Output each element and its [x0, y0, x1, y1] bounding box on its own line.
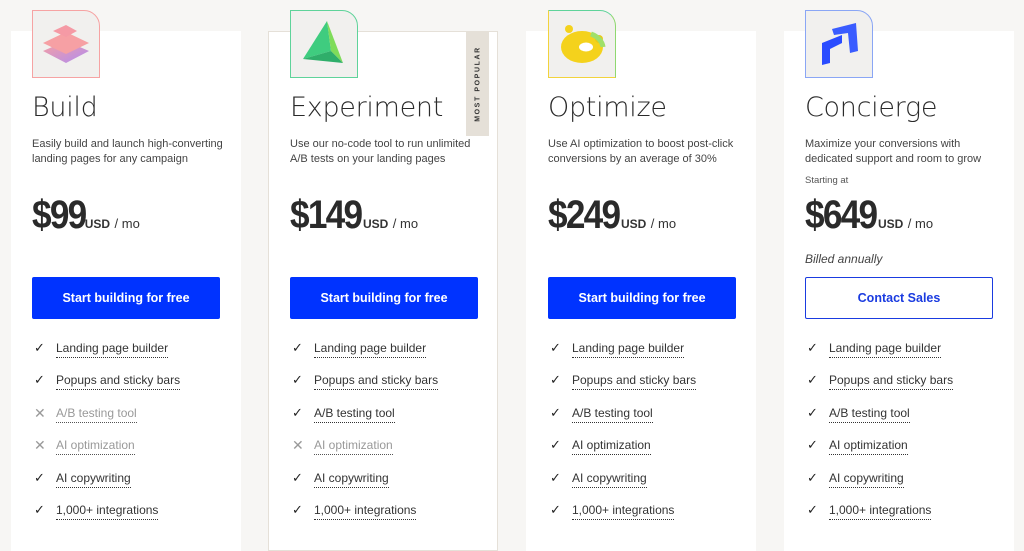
- feature-item: ✓ AI copywriting: [550, 470, 696, 502]
- feature-item: ✓ A/B testing tool: [550, 405, 696, 437]
- start-building-button[interactable]: Start building for free: [290, 277, 478, 319]
- feature-item: ✓ Landing page builder: [807, 340, 953, 372]
- feature-item: ✓ Popups and sticky bars: [292, 372, 439, 404]
- start-building-button[interactable]: Start building for free: [548, 277, 736, 319]
- check-icon: ✓: [550, 469, 561, 485]
- plan-price: $99USD / mo: [32, 193, 140, 237]
- plan-price: $649 USD / mo: [805, 193, 934, 237]
- feature-list: ✓ Landing page builder ✓ Popups and sticky…: [807, 340, 954, 534]
- feature-item: ✓ Landing page builder: [292, 340, 438, 372]
- feature-item: ✓ AI optimization: [807, 437, 953, 469]
- feature-item: ✕ AI optimization: [34, 437, 135, 456]
- check-icon: ✓: [807, 404, 818, 420]
- feature-item: ✓ AI copywriting: [292, 470, 438, 502]
- contact-sales-button[interactable]: Contact Sales: [805, 277, 993, 319]
- feature-item: ✓ Popups and sticky bars: [550, 372, 697, 404]
- feature-list: ✓ Landing page builder ✓ Popups and sticky…: [34, 340, 181, 534]
- feature-item: ✓ 1,000+ integrations: [807, 502, 953, 534]
- check-icon: ✓: [292, 404, 303, 420]
- feature-item: ✓ AI optimization: [550, 437, 696, 469]
- check-icon: ✓: [550, 340, 561, 355]
- check-icon: ✓: [807, 340, 818, 355]
- billed-annually-note: Billed annually: [805, 252, 883, 266]
- check-icon: ✓: [34, 501, 45, 517]
- check-icon: ✓: [807, 372, 818, 388]
- layers-icon: [32, 10, 100, 78]
- check-icon: ✓: [292, 469, 303, 485]
- plan-title: Optimize: [548, 92, 667, 123]
- check-icon: ✓: [550, 404, 561, 420]
- check-icon: ✓: [34, 469, 45, 485]
- feature-item: ✓ 1,000+ integrations: [292, 502, 438, 534]
- feature-item: ✕ AI optimization: [292, 437, 393, 456]
- check-icon: ✓: [550, 437, 561, 453]
- check-icon: ✓: [807, 437, 818, 453]
- ring-icon: [548, 10, 616, 78]
- start-building-button[interactable]: Start building for free: [32, 277, 220, 319]
- most-popular-badge: MOST POPULAR: [466, 32, 489, 136]
- check-icon: ✓: [292, 340, 303, 355]
- check-icon: ✓: [34, 340, 45, 355]
- pyramid-icon: [290, 10, 358, 78]
- feature-item: ✓ Popups and sticky bars: [807, 372, 954, 404]
- plan-price: $249 USD / mo: [548, 193, 677, 237]
- feature-item: ✓ 1,000+ integrations: [34, 502, 180, 534]
- feature-item: ✓ Landing page builder: [34, 340, 180, 372]
- feature-item: ✓ AI copywriting: [34, 470, 180, 502]
- feature-list: ✓ Landing page builder ✓ Popups and sticky…: [550, 340, 697, 534]
- plan-title: Experiment: [290, 92, 444, 123]
- plan-price: $149 USD / mo: [290, 193, 419, 237]
- plan-title: Build: [32, 92, 98, 123]
- check-icon: ✓: [292, 372, 303, 388]
- check-icon: ✓: [807, 469, 818, 485]
- feature-item: ✓ A/B testing tool: [807, 405, 953, 437]
- cross-icon: ✕: [34, 437, 46, 454]
- feature-item: ✓ Landing page builder: [550, 340, 696, 372]
- check-icon: ✓: [807, 501, 818, 517]
- cross-icon: ✕: [34, 404, 46, 421]
- feature-item: ✓ 1,000+ integrations: [550, 502, 696, 534]
- check-icon: ✓: [550, 501, 561, 517]
- check-icon: ✓: [292, 501, 303, 517]
- plan-title: Concierge: [805, 92, 938, 123]
- feature-item: ✓ AI copywriting: [807, 470, 953, 502]
- check-icon: ✓: [550, 372, 561, 388]
- starting-at-label: Starting at: [805, 175, 849, 186]
- check-icon: ✓: [34, 372, 45, 388]
- cross-icon: ✕: [292, 437, 304, 454]
- plan-description: Use our no-code tool to run unlimited A/…: [290, 138, 471, 165]
- feature-item: ✓ Popups and sticky bars: [34, 372, 181, 404]
- arrow-up-right-icon: [805, 10, 873, 78]
- feature-item: ✕ A/B testing tool: [34, 404, 137, 423]
- plan-description: Easily build and launch high-converting …: [32, 138, 223, 165]
- feature-item: ✓ A/B testing tool: [292, 405, 438, 437]
- feature-list: ✓ Landing page builder ✓ Popups and sticky…: [292, 340, 439, 534]
- plan-description: Maximize your conversions with dedicated…: [805, 138, 982, 165]
- plan-description: Use AI optimization to boost post-click …: [548, 138, 734, 165]
